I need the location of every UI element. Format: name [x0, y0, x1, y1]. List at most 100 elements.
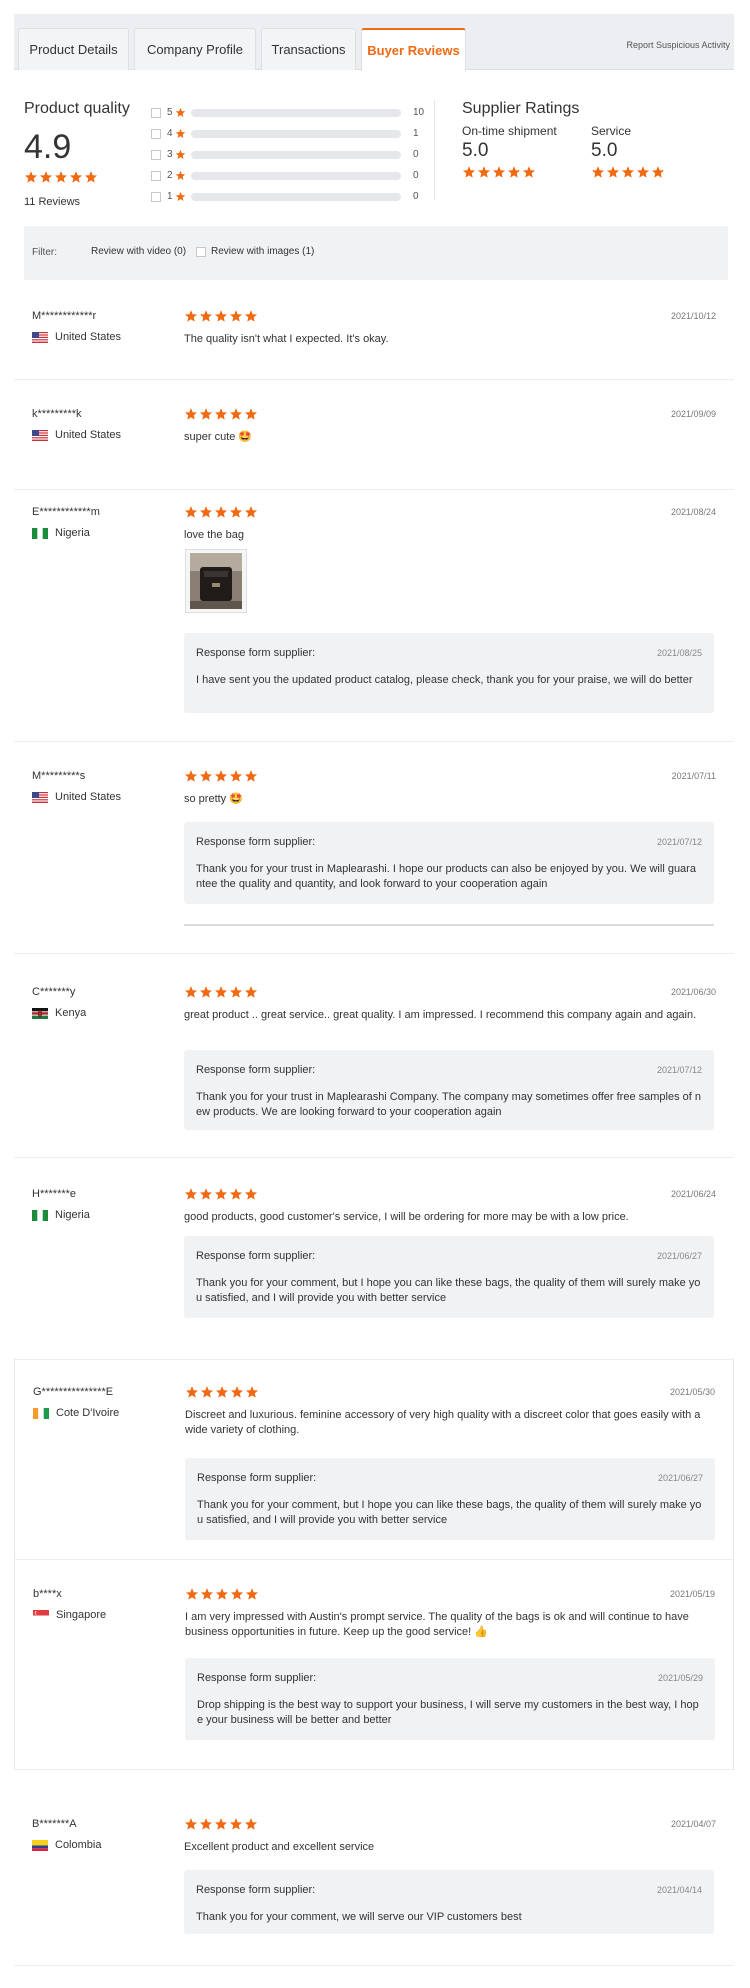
- star-icon: [185, 1385, 199, 1399]
- filter-review-with-video[interactable]: Review with video (0): [76, 246, 186, 257]
- star-icon: [244, 309, 258, 323]
- star-icon: [651, 165, 665, 179]
- reviewer-country: Colombia: [32, 1839, 101, 1851]
- response-title: Response form supplier:: [196, 836, 316, 848]
- filter-checkbox[interactable]: [196, 246, 206, 257]
- star-icon: [199, 1817, 213, 1831]
- review-date: 2021/05/30: [669, 1387, 715, 1397]
- star-icon: [175, 191, 186, 202]
- country-name: United States: [55, 791, 122, 803]
- star-icon: [606, 165, 620, 179]
- nigeria-flag-icon: [32, 1209, 48, 1221]
- response-date: 2021/07/12: [656, 1065, 702, 1075]
- review-date: 2021/07/11: [671, 771, 716, 781]
- response-text: Thank you for your comment, we will serv…: [196, 1911, 522, 1923]
- service-rating: Service 5.0: [591, 124, 665, 179]
- reviewer-country: United States: [32, 429, 121, 441]
- star-icon: [69, 170, 83, 184]
- reviewer-name: k*********k: [32, 408, 82, 420]
- distribution-checkbox[interactable]: [151, 150, 161, 160]
- distribution-star-level: 3: [167, 149, 173, 160]
- star-icon: [462, 165, 476, 179]
- reviewer-country: Nigeria: [32, 527, 90, 539]
- response-date: 2021/07/12: [656, 837, 702, 847]
- country-name: Cote D'Ivoire: [56, 1407, 120, 1419]
- country-name: Nigeria: [55, 527, 90, 539]
- tab-bar: Product Details Company Profile Transact…: [14, 14, 734, 71]
- review-item: M************r United States 2021/10/12 …: [14, 282, 734, 380]
- star-icon: [214, 985, 228, 999]
- us-flag-icon: [32, 791, 48, 803]
- star-icon: [199, 985, 213, 999]
- us-flag-icon: [32, 429, 48, 441]
- star-icon: [215, 1385, 229, 1399]
- rating-stars: [591, 165, 665, 179]
- distribution-checkbox[interactable]: [151, 129, 161, 139]
- review-item: M*********s United States 2021/07/11 so …: [14, 742, 734, 954]
- star-icon: [244, 1817, 258, 1831]
- response-title: Response form supplier:: [196, 1884, 316, 1896]
- star-icon: [84, 170, 98, 184]
- report-suspicious-activity-link[interactable]: Report Suspicious Activity: [626, 40, 730, 50]
- star-icon: [244, 769, 258, 783]
- review-date: 2021/05/19: [669, 1589, 715, 1599]
- star-icon: [245, 1385, 259, 1399]
- star-icon: [200, 1385, 214, 1399]
- rating-value: 5.0: [591, 140, 618, 161]
- country-name: Singapore: [56, 1609, 107, 1621]
- us-flag-icon: [32, 331, 48, 343]
- filter-review-with-images[interactable]: Review with images (1): [196, 246, 314, 257]
- distribution-count: 0: [413, 170, 419, 181]
- star-icon: [229, 309, 243, 323]
- review-stars: [184, 1187, 258, 1201]
- distribution-checkbox[interactable]: [151, 171, 161, 181]
- colombia-flag-icon: [32, 1839, 48, 1851]
- review-stars: [184, 769, 258, 783]
- review-image-thumbnail[interactable]: [185, 549, 247, 613]
- review-text: The quality isn't what I expected. It's …: [184, 333, 389, 345]
- tab-buyer-reviews[interactable]: Buyer Reviews: [361, 28, 466, 71]
- star-icon: [230, 1385, 244, 1399]
- reviewer-country: Kenya: [32, 1007, 86, 1019]
- star-icon: [184, 505, 198, 519]
- distribution-checkbox[interactable]: [151, 108, 161, 118]
- summary-divider: [434, 100, 435, 200]
- review-stars: [185, 1587, 259, 1601]
- star-icon: [229, 1817, 243, 1831]
- review-stars: [184, 1817, 258, 1831]
- star-icon: [214, 407, 228, 421]
- star-icon: [184, 1817, 198, 1831]
- response-title: Response form supplier:: [196, 1064, 316, 1076]
- rating-label: On-time shipment: [462, 124, 557, 138]
- response-text: Thank you for your trust in Maplearashi …: [196, 1091, 702, 1118]
- buyer-reviews-page: Product Details Company Profile Transact…: [0, 0, 750, 1988]
- supplier-response: Response form supplier: 2021/05/29 Drop …: [185, 1658, 715, 1740]
- star-icon: [229, 505, 243, 519]
- product-quality-stars: [24, 170, 98, 184]
- review-date: 2021/10/12: [670, 311, 716, 321]
- star-icon: [24, 170, 38, 184]
- response-title: Response form supplier:: [197, 1672, 317, 1684]
- review-date: 2021/06/30: [670, 987, 716, 997]
- review-item: k*********k United States 2021/09/09 sup…: [14, 380, 734, 490]
- star-icon: [199, 769, 213, 783]
- distribution-checkbox[interactable]: [151, 192, 161, 202]
- star-icon: [214, 309, 228, 323]
- star-icon: [175, 128, 186, 139]
- tab-product-details[interactable]: Product Details: [18, 28, 129, 70]
- star-icon: [214, 1817, 228, 1831]
- reviewer-name: M*********s: [32, 770, 86, 782]
- star-icon: [245, 1587, 259, 1601]
- supplier-response: Response form supplier: 2021/07/12 Thank…: [184, 1050, 714, 1130]
- review-stars: [185, 1385, 259, 1399]
- star-icon: [229, 769, 243, 783]
- tab-transactions[interactable]: Transactions: [261, 28, 356, 70]
- distribution-bar: [191, 109, 401, 117]
- tab-company-profile[interactable]: Company Profile: [134, 28, 256, 70]
- star-icon: [621, 165, 635, 179]
- star-icon: [175, 107, 186, 118]
- review-text: great product .. great service.. great q…: [184, 1009, 697, 1021]
- distribution-bar: [191, 193, 401, 201]
- distribution-bar: [191, 172, 401, 180]
- star-icon: [229, 407, 243, 421]
